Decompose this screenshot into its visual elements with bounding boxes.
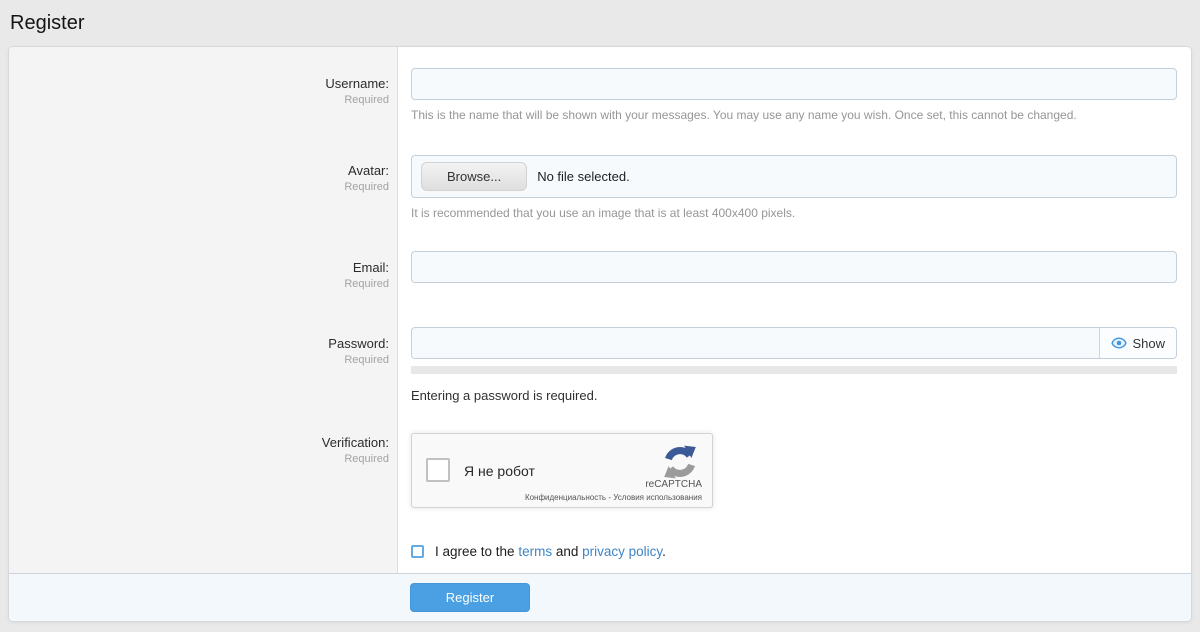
page-title: Register [0,0,1200,46]
agreement-text-middle: and [552,544,582,559]
agreement-row: I agree to the terms and privacy policy. [9,532,1191,573]
email-label-cell: Email: Required [9,239,398,315]
recaptcha-privacy-link[interactable]: Конфиденциальность [525,493,606,502]
recaptcha-links: Конфиденциальность - Условия использован… [525,493,702,502]
recaptcha-logo-icon [661,443,699,481]
agreement-text-after: . [662,544,666,559]
email-content-cell [398,239,1191,315]
password-row: Password: Required Show Entering a passw… [9,315,1191,421]
recaptcha-terms-link[interactable]: Условия использования [613,493,702,502]
password-required-hint: Required [9,354,389,366]
email-required-hint: Required [9,278,389,290]
verification-content-cell: Я не робот reCAPTCHA Конфиденциальность … [398,421,1191,532]
recaptcha-widget: Я не робот reCAPTCHA Конфиденциальность … [411,433,713,508]
verification-required-hint: Required [9,453,389,465]
file-status-text: No file selected. [537,169,630,184]
show-password-button[interactable]: Show [1099,328,1176,358]
email-label: Email: [9,260,389,275]
recaptcha-brand-text: reCAPTCHA [645,479,702,490]
username-input[interactable] [411,68,1177,100]
username-label-cell: Username: Required [9,47,398,143]
password-field-group: Show [411,327,1177,359]
terms-link[interactable]: terms [518,544,552,559]
password-label: Password: [9,336,389,351]
avatar-row: Avatar: Required Browse... No file selec… [9,143,1191,239]
avatar-label-cell: Avatar: Required [9,143,398,239]
show-password-label: Show [1132,336,1165,351]
avatar-content-cell: Browse... No file selected. It is recomm… [398,143,1191,239]
verification-row: Verification: Required Я не робот reCAPT… [9,421,1191,532]
agreement-label-cell [9,532,398,573]
username-label: Username: [9,76,389,91]
email-input[interactable] [411,251,1177,283]
verification-label: Verification: [9,435,389,450]
password-input[interactable] [412,328,1099,358]
avatar-required-hint: Required [9,181,389,193]
agreement-content-cell: I agree to the terms and privacy policy. [398,532,1191,573]
privacy-policy-link[interactable]: privacy policy [582,544,662,559]
username-content-cell: This is the name that will be shown with… [398,47,1191,143]
avatar-file-input[interactable]: Browse... No file selected. [411,155,1177,198]
username-required-hint: Required [9,94,389,106]
agreement-text-before: I agree to the [435,544,518,559]
password-error-text: Entering a password is required. [411,388,1177,403]
recaptcha-checkbox-label: Я не робот [464,463,535,479]
password-content-cell: Show Entering a password is required. [398,315,1191,421]
avatar-label: Avatar: [9,163,389,178]
registration-form: Username: Required This is the name that… [8,46,1192,622]
username-row: Username: Required This is the name that… [9,47,1191,143]
register-submit-button[interactable]: Register [410,583,530,612]
browse-button[interactable]: Browse... [421,162,527,191]
verification-label-cell: Verification: Required [9,421,398,532]
agreement-text: I agree to the terms and privacy policy. [435,544,666,559]
agreement-checkbox[interactable] [411,545,424,558]
email-row: Email: Required [9,239,1191,315]
recaptcha-checkbox[interactable] [426,458,450,482]
password-strength-meter [411,366,1177,374]
password-label-cell: Password: Required [9,315,398,421]
avatar-help-text: It is recommended that you use an image … [411,206,1177,220]
form-footer: Register [9,573,1191,621]
eye-icon [1111,335,1127,351]
username-help-text: This is the name that will be shown with… [411,108,1177,122]
